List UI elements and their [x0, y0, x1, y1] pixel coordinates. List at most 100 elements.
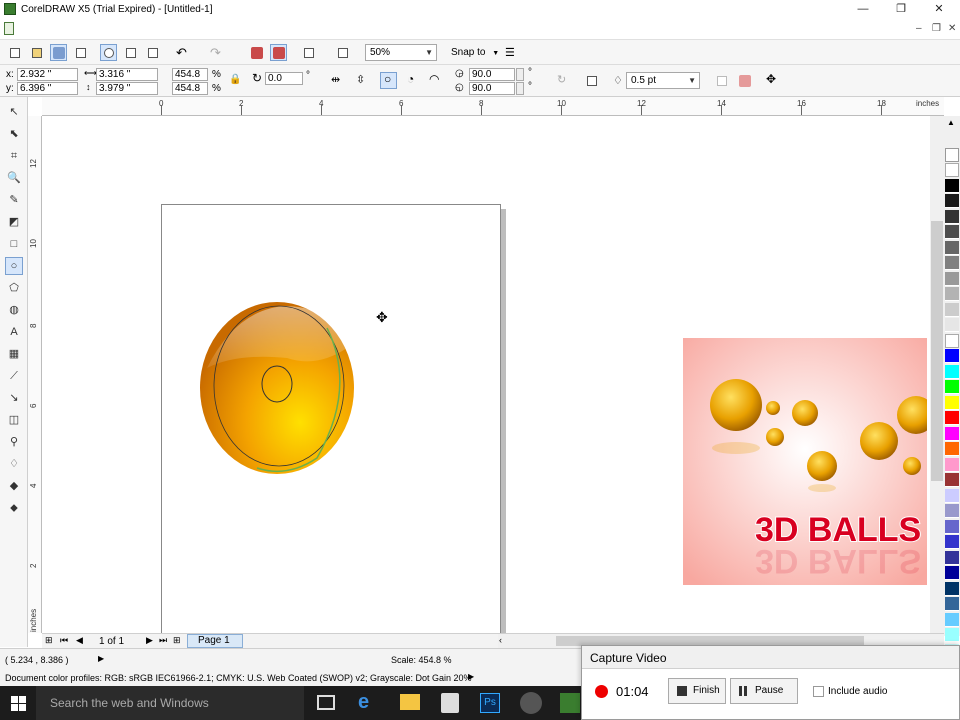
- color-swatch[interactable]: [945, 488, 959, 503]
- polygon-tool-icon[interactable]: ⬠: [5, 279, 23, 297]
- pick-tool-icon[interactable]: ↖: [5, 103, 23, 121]
- outline-tool-icon[interactable]: ♢: [5, 455, 23, 473]
- color-swatch[interactable]: [945, 581, 959, 596]
- print-button[interactable]: [72, 44, 89, 61]
- start-angle-spinner[interactable]: [516, 68, 524, 81]
- previous-page-icon[interactable]: ◀: [76, 635, 83, 646]
- color-swatch[interactable]: [945, 318, 959, 332]
- shape-tool-icon[interactable]: ⬉: [5, 125, 23, 143]
- color-swatch[interactable]: [945, 535, 959, 549]
- copy-button[interactable]: [122, 44, 139, 61]
- document-icon[interactable]: [4, 22, 14, 35]
- color-swatch[interactable]: [945, 240, 959, 255]
- color-swatch[interactable]: [945, 178, 959, 193]
- mirror-vertical-icon[interactable]: ⇳: [352, 72, 369, 89]
- color-swatch[interactable]: [945, 457, 959, 472]
- add-page-after-icon[interactable]: ⊞: [173, 635, 181, 646]
- smart-fill-tool-icon[interactable]: ◩: [5, 213, 23, 231]
- color-swatch[interactable]: [945, 194, 959, 208]
- color-swatch[interactable]: [945, 442, 959, 456]
- color-swatch[interactable]: [945, 287, 959, 301]
- to-back-icon[interactable]: [736, 72, 753, 89]
- search-box[interactable]: Search the web and Windows: [36, 686, 304, 720]
- change-direction-icon[interactable]: ↻: [553, 72, 570, 89]
- coreldraw-taskbar-icon[interactable]: [560, 693, 580, 713]
- paste-button[interactable]: [144, 44, 161, 61]
- doc-close-button[interactable]: ✕: [948, 23, 956, 34]
- first-page-icon[interactable]: ⏮: [60, 635, 68, 646]
- blend-tool-icon[interactable]: ◫: [5, 411, 23, 429]
- undo-button[interactable]: ↶: [172, 44, 189, 61]
- drawing-canvas[interactable]: ✥ 3D BALLS 3D BALLS: [42, 116, 930, 633]
- 3d-balls-preview-image[interactable]: 3D BALLS 3D BALLS: [683, 338, 927, 585]
- welcome-screen-button[interactable]: [334, 44, 351, 61]
- interactive-fill-tool-icon[interactable]: ⬥: [5, 499, 23, 517]
- zoom-level-dropdown[interactable]: 50% ▼: [365, 44, 437, 61]
- next-page-icon[interactable]: ▶: [146, 635, 153, 646]
- table-tool-icon[interactable]: ▦: [5, 345, 23, 363]
- file-explorer-icon[interactable]: [400, 694, 420, 710]
- freehand-tool-icon[interactable]: ✎: [5, 191, 23, 209]
- color-swatch[interactable]: [945, 473, 959, 487]
- scale-y-field[interactable]: 454.8: [172, 82, 208, 95]
- color-swatch[interactable]: [945, 550, 959, 565]
- page-tab[interactable]: Page 1: [187, 634, 243, 648]
- mirror-horizontal-icon[interactable]: ⇹: [328, 72, 345, 89]
- pie-mode-icon[interactable]: ◔: [403, 72, 420, 89]
- color-swatch[interactable]: [945, 426, 959, 441]
- color-swatch[interactable]: [945, 271, 959, 286]
- expand-icon[interactable]: ▶: [98, 654, 104, 663]
- doc-restore-button[interactable]: ❐: [932, 23, 941, 34]
- ellipse-tool-icon[interactable]: ○: [5, 257, 23, 275]
- finish-button[interactable]: Finish: [668, 678, 726, 704]
- color-swatch[interactable]: [945, 380, 959, 394]
- minimize-button[interactable]: —: [848, 0, 878, 19]
- x-position-field[interactable]: 2.932 ": [17, 68, 78, 81]
- windows-start-icon[interactable]: [11, 696, 26, 711]
- eyedropper-tool-icon[interactable]: ⚲: [5, 433, 23, 451]
- doc-minimize-button[interactable]: –: [916, 23, 922, 34]
- restore-button[interactable]: ❐: [886, 0, 916, 19]
- import-button[interactable]: [248, 44, 265, 61]
- pause-button[interactable]: Pause: [730, 678, 798, 704]
- export-button[interactable]: [270, 44, 287, 61]
- color-swatch[interactable]: [945, 163, 959, 177]
- fill-tool-icon[interactable]: ◆: [5, 477, 23, 495]
- zoom-tool-icon[interactable]: 🔍: [5, 169, 23, 187]
- rectangle-tool-icon[interactable]: □: [5, 235, 23, 253]
- outline-width-dropdown[interactable]: 0.5 pt ▼: [626, 72, 700, 89]
- close-button[interactable]: ✕: [924, 0, 954, 19]
- color-swatch[interactable]: [945, 364, 959, 379]
- scroll-left-icon[interactable]: ‹: [499, 635, 502, 645]
- last-page-icon[interactable]: ⏭: [159, 635, 167, 646]
- color-swatch[interactable]: [945, 597, 959, 611]
- color-swatch[interactable]: [945, 628, 959, 642]
- color-swatch[interactable]: [945, 302, 959, 317]
- add-page-icon[interactable]: ⊞: [45, 635, 53, 646]
- options-button[interactable]: ☰: [502, 44, 519, 61]
- start-angle-field[interactable]: 90.0: [469, 68, 515, 81]
- color-swatch[interactable]: [945, 209, 959, 224]
- application-launcher-button[interactable]: [300, 44, 317, 61]
- ellipse-mode-icon[interactable]: ○: [380, 72, 397, 89]
- store-icon[interactable]: [441, 693, 459, 713]
- color-swatch[interactable]: [945, 411, 959, 425]
- color-swatch[interactable]: [945, 504, 959, 518]
- photoshop-icon[interactable]: Ps: [480, 693, 500, 713]
- include-audio-checkbox[interactable]: [813, 686, 824, 697]
- dimension-tool-icon[interactable]: ⟋: [5, 367, 23, 385]
- color-swatch[interactable]: [945, 256, 959, 270]
- width-field[interactable]: 3.316 ": [96, 68, 158, 81]
- color-swatch[interactable]: [945, 519, 959, 534]
- end-angle-field[interactable]: 90.0: [469, 82, 515, 95]
- text-tool-icon[interactable]: A: [5, 323, 23, 341]
- color-swatch[interactable]: [945, 566, 959, 580]
- to-front-icon[interactable]: [713, 72, 730, 89]
- basic-shapes-tool-icon[interactable]: ◍: [5, 301, 23, 319]
- y-position-field[interactable]: 6.396 ": [17, 82, 78, 95]
- orange-ball-shape[interactable]: [197, 298, 362, 478]
- lock-ratio-icon[interactable]: 🔒: [229, 74, 241, 85]
- color-swatch[interactable]: [945, 333, 959, 348]
- end-angle-spinner[interactable]: [516, 82, 524, 95]
- expand-icon[interactable]: ▶: [468, 672, 474, 681]
